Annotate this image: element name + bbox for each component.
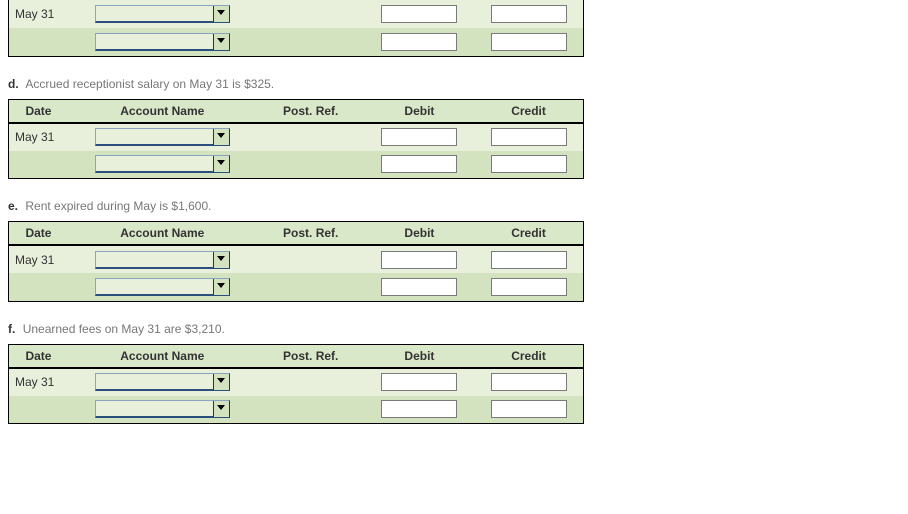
header-date: Date	[9, 99, 68, 123]
debit-input[interactable]	[381, 251, 457, 269]
journal-row	[9, 151, 584, 179]
prompt-text: Accrued receptionist salary on May 31 is…	[25, 77, 274, 91]
journal-table-fragment: May 31	[8, 0, 584, 57]
journal-table-e: Date Account Name Post. Ref. Debit Credi…	[8, 221, 584, 302]
debit-input[interactable]	[381, 128, 457, 146]
header-account: Account Name	[68, 222, 257, 246]
credit-input[interactable]	[491, 400, 567, 418]
journal-row: May 31	[9, 368, 584, 396]
header-debit: Debit	[365, 99, 474, 123]
account-name-select[interactable]	[95, 155, 230, 173]
date-cell: May 31	[9, 123, 68, 151]
chevron-down-icon	[213, 129, 229, 145]
debit-input[interactable]	[381, 155, 457, 173]
header-date: Date	[9, 344, 68, 368]
header-postref: Post. Ref.	[257, 344, 365, 368]
credit-input[interactable]	[491, 33, 567, 51]
credit-input[interactable]	[491, 128, 567, 146]
header-account: Account Name	[68, 344, 257, 368]
journal-table-f: Date Account Name Post. Ref. Debit Credi…	[8, 344, 584, 425]
header-credit: Credit	[474, 99, 583, 123]
credit-input[interactable]	[491, 251, 567, 269]
prompt-letter: e.	[8, 199, 18, 213]
debit-input[interactable]	[381, 400, 457, 418]
date-cell: May 31	[9, 245, 68, 273]
account-name-select[interactable]	[95, 128, 230, 146]
chevron-down-icon	[213, 156, 229, 172]
account-name-select[interactable]	[95, 400, 230, 418]
header-debit: Debit	[365, 344, 474, 368]
account-name-select[interactable]	[95, 278, 230, 296]
account-name-select[interactable]	[95, 5, 230, 23]
prompt-text: Unearned fees on May 31 are $3,210.	[23, 322, 225, 336]
prompt-f: f. Unearned fees on May 31 are $3,210.	[8, 320, 582, 338]
header-credit: Credit	[474, 344, 583, 368]
prompt-letter: d.	[8, 77, 19, 91]
header-date: Date	[9, 222, 68, 246]
prompt-letter: f.	[8, 322, 15, 336]
journal-row: May 31	[9, 245, 584, 273]
header-postref: Post. Ref.	[257, 222, 365, 246]
debit-input[interactable]	[381, 278, 457, 296]
date-cell: May 31	[9, 368, 68, 396]
header-account: Account Name	[68, 99, 257, 123]
postref-cell	[257, 0, 365, 28]
journal-row: May 31	[9, 123, 584, 151]
credit-input[interactable]	[491, 155, 567, 173]
debit-input[interactable]	[381, 373, 457, 391]
postref-cell	[257, 245, 365, 273]
chevron-down-icon	[213, 6, 229, 22]
chevron-down-icon	[213, 374, 229, 390]
journal-row	[9, 28, 584, 56]
prompt-e: e. Rent expired during May is $1,600.	[8, 197, 582, 215]
account-name-select[interactable]	[95, 373, 230, 391]
chevron-down-icon	[213, 34, 229, 50]
header-postref: Post. Ref.	[257, 99, 365, 123]
header-debit: Debit	[365, 222, 474, 246]
postref-cell	[257, 123, 365, 151]
debit-input[interactable]	[381, 5, 457, 23]
table-header-row: Date Account Name Post. Ref. Debit Credi…	[9, 344, 584, 368]
chevron-down-icon	[213, 401, 229, 417]
debit-input[interactable]	[381, 33, 457, 51]
journal-table-d: Date Account Name Post. Ref. Debit Credi…	[8, 99, 584, 180]
postref-cell	[257, 368, 365, 396]
chevron-down-icon	[213, 252, 229, 268]
table-header-row: Date Account Name Post. Ref. Debit Credi…	[9, 222, 584, 246]
prompt-text: Rent expired during May is $1,600.	[25, 199, 211, 213]
journal-row	[9, 396, 584, 424]
credit-input[interactable]	[491, 278, 567, 296]
prompt-d: d. Accrued receptionist salary on May 31…	[8, 75, 582, 93]
credit-input[interactable]	[491, 373, 567, 391]
account-name-select[interactable]	[95, 251, 230, 269]
date-cell: May 31	[9, 0, 68, 28]
journal-row: May 31	[9, 0, 584, 28]
account-name-select[interactable]	[95, 33, 230, 51]
journal-row	[9, 273, 584, 301]
header-credit: Credit	[474, 222, 583, 246]
table-header-row: Date Account Name Post. Ref. Debit Credi…	[9, 99, 584, 123]
chevron-down-icon	[213, 279, 229, 295]
credit-input[interactable]	[491, 5, 567, 23]
